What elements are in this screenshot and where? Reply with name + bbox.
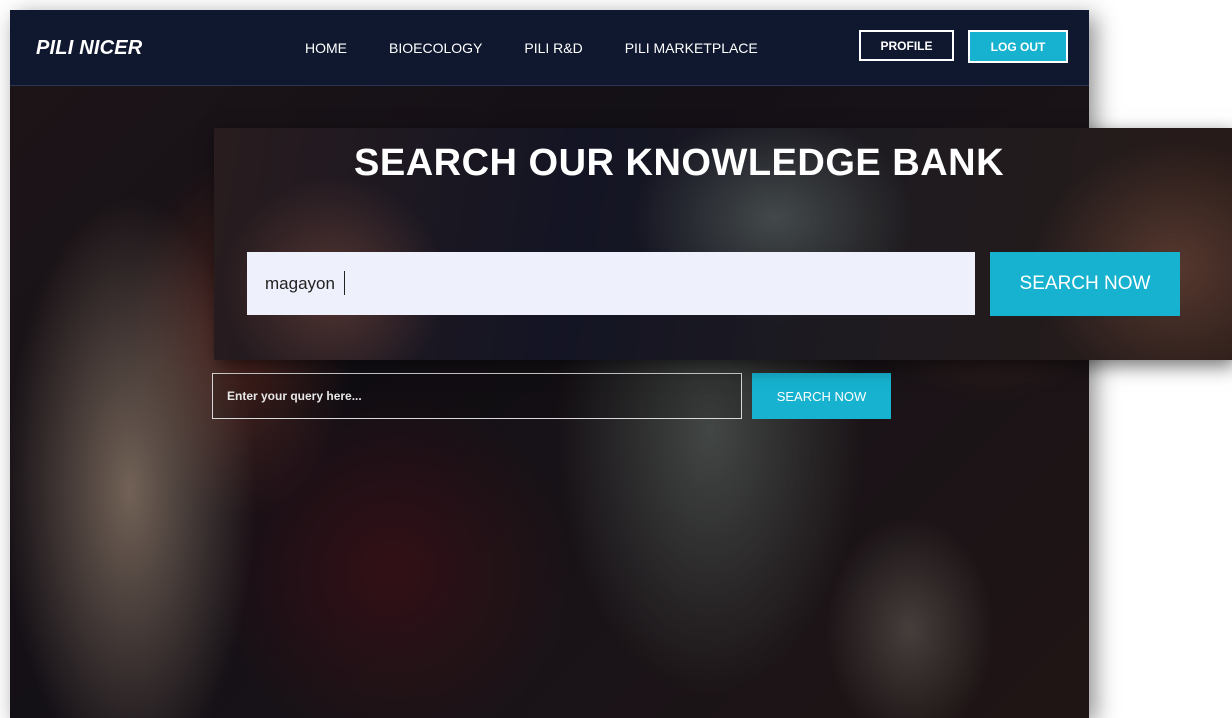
nav-pili-marketplace[interactable]: PILI MARKETPLACE [625, 40, 758, 56]
text-cursor [344, 271, 345, 295]
top-navbar: PILI NICER HOME BIOECOLOGY PILI R&D PILI… [10, 10, 1089, 86]
nav-home[interactable]: HOME [305, 40, 347, 56]
search-button[interactable]: SEARCH NOW [752, 373, 891, 419]
search-input[interactable] [212, 373, 742, 419]
profile-button[interactable]: PROFILE [859, 30, 954, 61]
brand-logo[interactable]: PILI NICER [36, 37, 142, 60]
zoomed-search-callout: SEARCH OUR KNOWLEDGE BANK SEARCH NOW [214, 128, 1232, 360]
zoom-search-button[interactable]: SEARCH NOW [990, 252, 1180, 316]
nav-bioecology[interactable]: BIOECOLOGY [389, 40, 482, 56]
hero-overlay [10, 10, 1089, 718]
knowledge-bank-title: SEARCH OUR KNOWLEDGE BANK [354, 142, 1005, 184]
browser-window: PILI NICER HOME BIOECOLOGY PILI R&D PILI… [10, 10, 1089, 718]
nav-pili-rnd[interactable]: PILI R&D [524, 40, 582, 56]
logout-button[interactable]: LOG OUT [968, 30, 1068, 63]
zoom-search-input[interactable] [247, 252, 975, 315]
main-nav: HOME BIOECOLOGY PILI R&D PILI MARKETPLAC… [305, 40, 800, 56]
